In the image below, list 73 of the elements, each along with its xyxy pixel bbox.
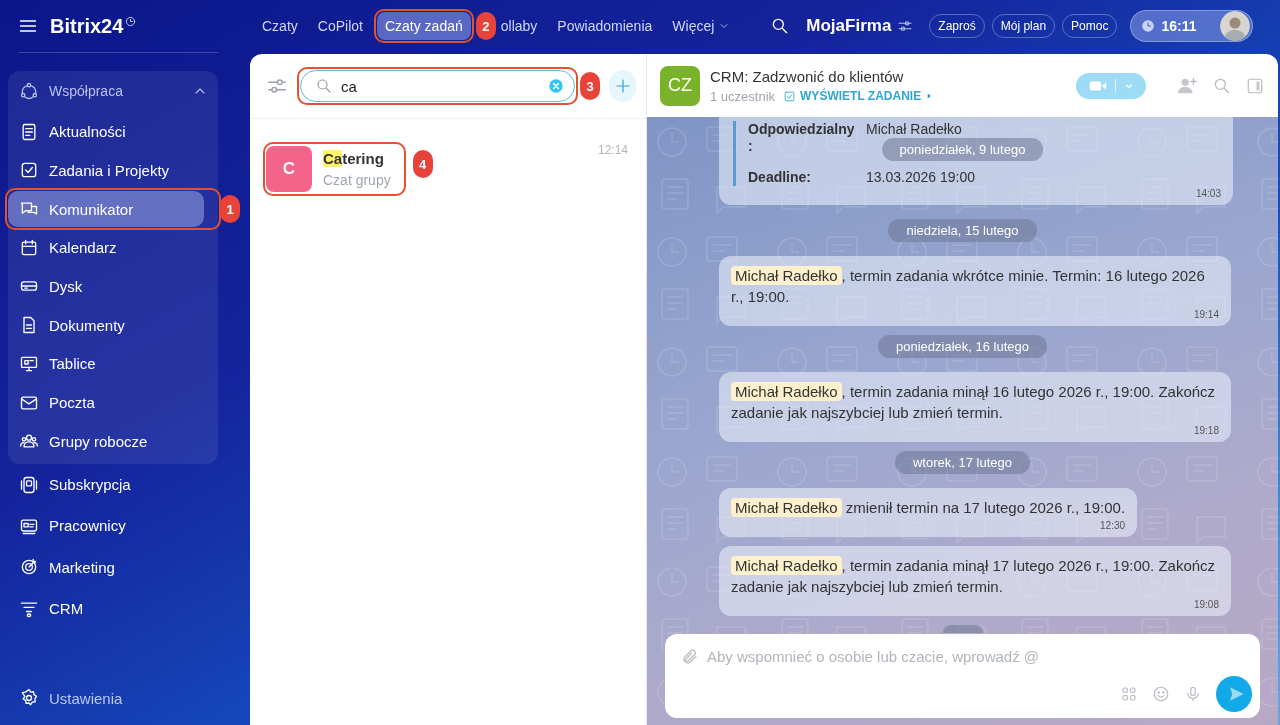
clock-widget[interactable]: 16:11: [1130, 10, 1254, 42]
field-value: Michał Radełko: [866, 121, 962, 138]
step-badge: 4: [412, 150, 433, 179]
message-text: Michał Radełko , termin zadania minął 17 lutego 2026 r., 19:00. Zakończ zadanie jak najszybciej lub zmień termin.: [731, 555, 1217, 597]
nav-tab[interactable]: Więcej: [662, 12, 741, 40]
search-icon: [315, 77, 333, 95]
calendar-icon: [19, 237, 39, 258]
chat-avatar: C: [266, 146, 312, 192]
nav-tab[interactable]: ollaby: [500, 12, 548, 40]
clock-icon: [125, 15, 137, 27]
task-icon: [783, 89, 797, 103]
sidebar-item[interactable]: Marketing: [8, 549, 204, 586]
sidebar-item[interactable]: Dysk: [8, 268, 204, 305]
chat-title[interactable]: CRM: Zadzwonić do klientów: [710, 67, 1062, 85]
send-button[interactable]: [1216, 676, 1252, 712]
chat-avatar: CZ: [660, 65, 700, 106]
step-badge: 3: [580, 72, 600, 100]
field-label: Deadline:: [748, 169, 812, 186]
sidebar-item[interactable]: Kalendarz: [8, 229, 204, 266]
date-pill: [942, 625, 983, 633]
collaboration-icon: [19, 81, 39, 101]
subscription-icon: [19, 474, 39, 495]
mention-chip[interactable]: Michał Radełko: [731, 498, 842, 517]
mention-chip[interactable]: Michał Radełko: [731, 266, 842, 285]
message-time: 14:03: [1194, 188, 1221, 199]
date-pill: poniedziałek, 16 lutego: [878, 335, 1047, 358]
sidebar-item[interactable]: Zadania i Projekty: [8, 152, 204, 189]
nav-tab[interactable]: Powiadomienia: [547, 12, 663, 40]
smiley-icon[interactable]: [1152, 685, 1170, 703]
message-time: 19:08: [1192, 599, 1219, 610]
step-badge: 1: [220, 195, 240, 224]
clock-icon: [1141, 19, 1156, 33]
new-chat-button[interactable]: [609, 70, 636, 102]
mention-chip[interactable]: Michał Radełko: [731, 382, 842, 401]
date-pill: wtorek, 17 lutego: [895, 451, 1030, 474]
nav-tab[interactable]: Czaty zadań: [376, 12, 471, 40]
message-text: Michał Radełko , termin zadania minął 16 lutego 2026 r., 19:00. Zakończ zadanie jak najszybciej lub zmień termin.: [731, 381, 1217, 423]
nav-tab[interactable]: Czaty: [252, 12, 308, 40]
message-text: Michał Radełko zmienił termin na 17 lutego 2026 r., 19:00.: [731, 497, 1126, 518]
sidebar-item[interactable]: Grupy robocze: [8, 423, 204, 460]
sidebar-item[interactable]: Pracownicy: [8, 507, 204, 544]
search-input[interactable]: ca: [341, 77, 540, 95]
avatar[interactable]: [1220, 11, 1251, 41]
message-time: 12:30: [1099, 520, 1126, 531]
sidebar-item[interactable]: Poczta: [8, 384, 204, 421]
settings-icon: [19, 688, 39, 708]
message-time: 19:14: [1192, 309, 1219, 320]
nav-tab[interactable]: CoPilot: [307, 12, 373, 40]
apps-grid-icon[interactable]: [1120, 685, 1138, 703]
settings-item[interactable]: Ustawienia: [8, 680, 204, 716]
mention-chip[interactable]: Michał Radełko: [731, 556, 842, 575]
field-value: 13.03.2026 19:00: [866, 169, 975, 186]
sidebar-item[interactable]: Tablice: [8, 345, 204, 382]
chat-time: 12:14: [597, 143, 628, 157]
message-text: Michał Radełko , termin zadania wkrótce minie. Termin: 16 lutego 2026 r., 19:00.: [731, 265, 1206, 307]
sidebar-item[interactable]: CRM: [8, 590, 204, 627]
step-badge: 2: [475, 12, 496, 40]
sidebar-item[interactable]: Aktualności: [8, 113, 204, 150]
sidebar-item[interactable]: Dokumenty: [8, 307, 204, 344]
company-name[interactable]: MojaFirma: [806, 16, 892, 36]
chat-subtitle: Czat grupy: [323, 172, 391, 188]
sidebar-item[interactable]: Subskrypcja: [8, 466, 204, 503]
date-pill: niedziela, 15 lutego: [888, 219, 1037, 242]
logo[interactable]: Bitrix24: [50, 14, 124, 38]
menu-group-header[interactable]: Współpraca: [8, 71, 218, 111]
sliders-icon[interactable]: [897, 18, 914, 34]
clear-icon[interactable]: [548, 78, 564, 94]
paperclip-icon[interactable]: [681, 647, 699, 666]
message-time: 19:18: [1192, 425, 1219, 436]
sidebar-item[interactable]: Komunikator: [8, 191, 204, 228]
date-pill: poniedziałek, 9 lutego: [881, 138, 1044, 161]
sidebar-panel-icon[interactable]: [1246, 76, 1264, 95]
microphone-icon[interactable]: [1184, 685, 1202, 703]
